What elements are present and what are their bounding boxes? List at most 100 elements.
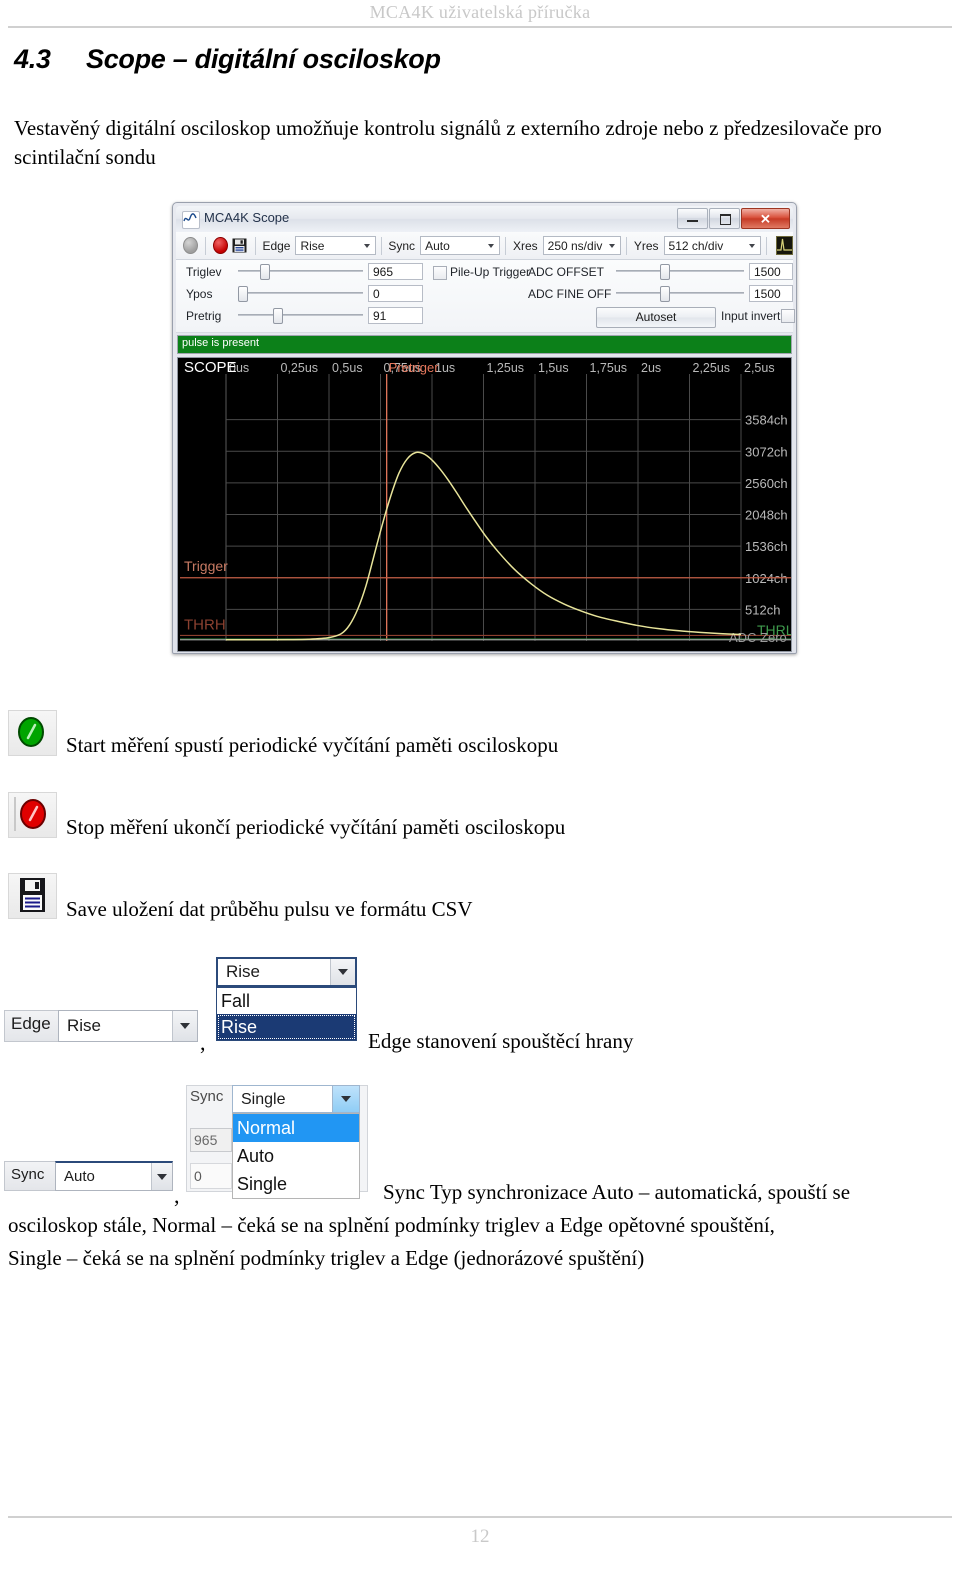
edge-option-rise[interactable]: Rise bbox=[217, 1014, 356, 1040]
svg-text:1,5us: 1,5us bbox=[538, 361, 569, 375]
chevron-down-icon bbox=[608, 243, 615, 248]
scope-toolbar: Edge Rise Sync Auto Xres 250 ns/div Yres… bbox=[176, 232, 794, 260]
slider-thumb[interactable] bbox=[238, 286, 248, 302]
input-invert-checkbox[interactable] bbox=[781, 309, 795, 323]
edge-widget-label: Edge bbox=[4, 1010, 59, 1042]
input-invert-label: Input invert bbox=[721, 309, 781, 323]
chevron-down-icon bbox=[748, 243, 755, 248]
sync-expanded-value: Single bbox=[233, 1086, 332, 1112]
sync-comma: , bbox=[174, 1183, 180, 1208]
chevron-down-icon bbox=[363, 243, 370, 248]
adc-offset-slider[interactable] bbox=[616, 264, 744, 280]
triglev-value[interactable]: 965 bbox=[368, 263, 423, 280]
adc-fine-slider[interactable] bbox=[616, 286, 744, 302]
close-button[interactable]: ✕ bbox=[741, 208, 790, 229]
maximize-icon bbox=[720, 214, 731, 225]
toolbar-separator-2 bbox=[254, 236, 256, 255]
sync-widget-value: Auto bbox=[64, 1168, 95, 1185]
slider-thumb[interactable] bbox=[273, 308, 283, 324]
chevron-down-icon bbox=[338, 969, 348, 975]
sync-expanded-dropdown-button[interactable] bbox=[332, 1086, 359, 1112]
triglev-slider[interactable] bbox=[238, 264, 363, 280]
toolbar-separator-6 bbox=[765, 236, 767, 255]
svg-text:0,5us: 0,5us bbox=[332, 361, 363, 375]
start-circle-icon bbox=[8, 710, 57, 756]
adc-offset-value[interactable]: 1500 bbox=[749, 263, 793, 280]
description-text-save: Save uložení dat průběhu pulsu ve formát… bbox=[66, 897, 473, 921]
header-divider bbox=[8, 26, 952, 28]
edge-description: Edge stanovení spouštěcí hrany bbox=[368, 1029, 634, 1053]
adc-offset-label: ADC OFFSET bbox=[528, 265, 605, 279]
sync-ghost-value-1: 965 bbox=[190, 1128, 232, 1152]
svg-text:2,25us: 2,25us bbox=[693, 361, 731, 375]
edge-option-fall[interactable]: Fall bbox=[217, 988, 356, 1014]
scope-controls: Triglev 965 Pile-Up Trigger Ypos 0 Pretr… bbox=[176, 260, 795, 333]
svg-text:1536ch: 1536ch bbox=[745, 539, 788, 554]
svg-text:1,25us: 1,25us bbox=[487, 361, 525, 375]
edge-widget-combo[interactable]: Rise bbox=[58, 1010, 198, 1042]
slider-thumb[interactable] bbox=[660, 286, 670, 302]
yres-combo[interactable]: 512 ch/div bbox=[663, 236, 761, 255]
sync-widget-label: Sync bbox=[4, 1161, 56, 1191]
scope-window: MCA4K Scope ✕ Edge Rise Sync Auto Xres 2… bbox=[172, 202, 797, 654]
ypos-value[interactable]: 0 bbox=[368, 285, 423, 302]
sync-description-line2: osciloskop stále, Normal – čeká se na sp… bbox=[8, 1213, 775, 1237]
description-text-start: Start měření spustí periodické vyčítání … bbox=[66, 733, 559, 757]
edge-expanded-combo[interactable]: Rise bbox=[216, 957, 357, 987]
autoset-button[interactable]: Autoset bbox=[596, 307, 716, 328]
maximize-button[interactable] bbox=[709, 208, 740, 229]
sync-widget-dropdown-button[interactable] bbox=[151, 1163, 172, 1190]
adc-fine-value[interactable]: 1500 bbox=[749, 285, 793, 302]
svg-text:2560ch: 2560ch bbox=[745, 476, 788, 491]
sync-description-line1: Sync Typ synchronizace Auto – automatick… bbox=[383, 1180, 851, 1204]
edge-dropdown-list: Fall Rise bbox=[216, 987, 357, 1041]
floppy-save-icon[interactable] bbox=[232, 238, 247, 253]
floppy-save-icon bbox=[8, 873, 57, 919]
sync-widget-combo[interactable]: Auto bbox=[55, 1161, 173, 1191]
svg-text:Pretriger: Pretriger bbox=[389, 360, 440, 375]
edge-widget-dropdown-button[interactable] bbox=[172, 1011, 197, 1041]
section-number: 4.3 bbox=[14, 44, 51, 74]
window-titlebar: MCA4K Scope ✕ bbox=[176, 206, 793, 232]
yres-combo-value: 512 ch/div bbox=[668, 238, 724, 253]
minimize-button[interactable] bbox=[677, 208, 708, 229]
page-title: 4.3 Scope – digitální osciloskop bbox=[14, 44, 934, 75]
slider-thumb[interactable] bbox=[660, 264, 670, 280]
sync-option-normal[interactable]: Normal bbox=[233, 1114, 359, 1142]
section-title: Scope – digitální osciloskop bbox=[86, 44, 441, 74]
xres-combo[interactable]: 250 ns/div bbox=[542, 236, 621, 255]
slider-track bbox=[616, 270, 744, 272]
toolbar-separator-5 bbox=[625, 236, 627, 255]
slider-thumb[interactable] bbox=[260, 264, 270, 280]
sync-combo[interactable]: Auto bbox=[420, 236, 501, 255]
sync-combo-value: Auto bbox=[425, 238, 450, 253]
pulse-preview-icon[interactable] bbox=[775, 236, 794, 255]
slider-track bbox=[238, 270, 363, 272]
svg-text:3072ch: 3072ch bbox=[745, 444, 788, 459]
start-circle-icon[interactable] bbox=[183, 237, 198, 254]
close-icon: ✕ bbox=[760, 211, 771, 226]
xres-label: Xres bbox=[512, 238, 538, 253]
sync-option-auto[interactable]: Auto bbox=[233, 1142, 359, 1170]
edge-combo[interactable]: Rise bbox=[295, 236, 376, 255]
pretrig-value[interactable]: 91 bbox=[368, 307, 423, 324]
status-text: pulse is present bbox=[182, 337, 260, 349]
chevron-down-icon bbox=[341, 1096, 351, 1102]
stop-circle-icon[interactable] bbox=[212, 237, 228, 254]
yres-label: Yres bbox=[633, 238, 659, 253]
svg-text:SCOPE: SCOPE bbox=[184, 359, 237, 376]
window-title: MCA4K Scope bbox=[204, 210, 290, 225]
edge-expanded-value: Rise bbox=[226, 962, 261, 981]
sync-expanded-combo[interactable]: Single bbox=[232, 1085, 360, 1113]
edge-comma: , bbox=[200, 1030, 206, 1055]
pileup-checkbox[interactable] bbox=[433, 266, 447, 280]
ypos-label: Ypos bbox=[186, 287, 213, 301]
sync-option-single[interactable]: Single bbox=[233, 1170, 359, 1198]
svg-text:1,75us: 1,75us bbox=[590, 361, 628, 375]
xres-combo-value: 250 ns/div bbox=[547, 238, 603, 253]
ypos-slider[interactable] bbox=[238, 286, 363, 302]
edge-combo-value: Rise bbox=[300, 238, 325, 253]
edge-expanded-dropdown-button[interactable] bbox=[330, 959, 355, 985]
triglev-label: Triglev bbox=[186, 265, 222, 279]
pretrig-slider[interactable] bbox=[238, 308, 363, 324]
